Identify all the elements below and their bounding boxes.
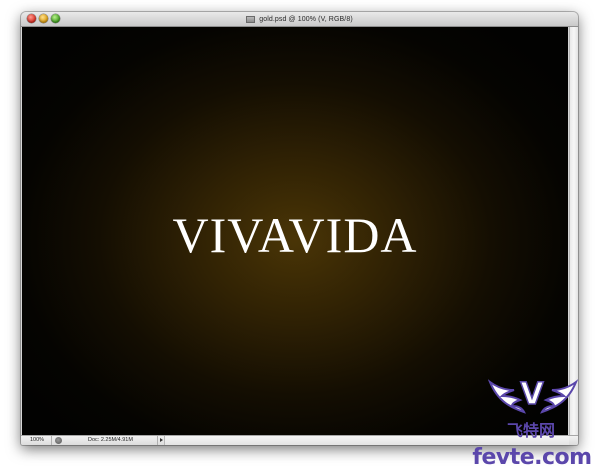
document-size-readout: Doc: 2.25M/4.91M (88, 437, 133, 443)
window-title: gold.psd @ 100% (V, RGB/8) (259, 15, 353, 23)
document-icon (246, 15, 256, 23)
watermark-letter: V (520, 377, 545, 412)
zoom-level-field[interactable]: 100% (24, 436, 52, 445)
window-title-group: gold.psd @ 100% (V, RGB/8) (21, 12, 578, 26)
title-bar[interactable]: gold.psd @ 100% (V, RGB/8) (21, 12, 578, 27)
status-menu-arrow-icon[interactable] (157, 436, 164, 445)
status-info-icon[interactable] (55, 437, 62, 444)
canvas-headline-text: VIVAVIDA (172, 207, 418, 263)
watermark-url: fevte.com (472, 445, 592, 470)
watermark-logo: V 飞特网 fevte.com (462, 372, 600, 475)
watermark-chinese-name: 飞特网 (506, 421, 555, 440)
